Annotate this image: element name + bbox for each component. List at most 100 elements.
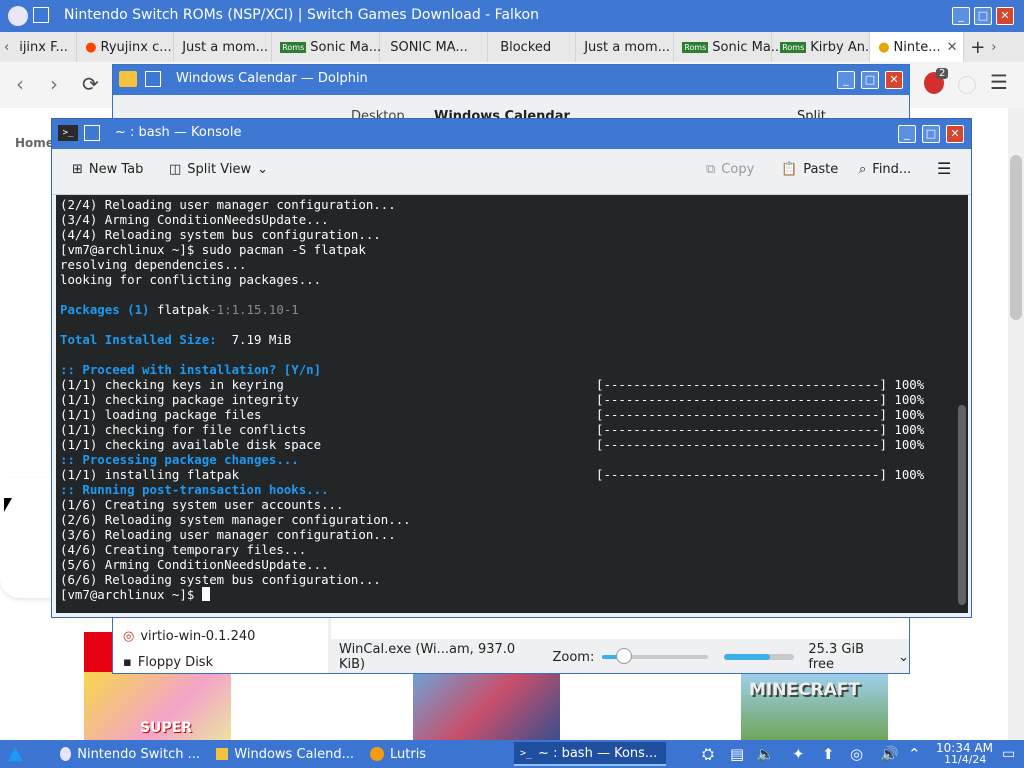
konsole-toolbar: ⊞ New Tab ◫ Split View ⌄ ⧉ Copy 📋 Paste ⌕ Find… — [52, 149, 971, 195]
reload-icon[interactable]: ⟳ — [82, 72, 99, 96]
terminal-line-text: Packages (1) — [60, 302, 150, 317]
back-icon[interactable]: ‹ — [16, 72, 24, 96]
task-konsole[interactable]: >_ ~ : bash — Kons... — [514, 742, 666, 766]
reddit-icon: ● — [85, 39, 97, 55]
game-thumbnail-minecraft[interactable]: MINECRAFT — [741, 672, 888, 740]
extension-icon[interactable] — [958, 76, 976, 94]
terminal-output[interactable]: (2/4) Reloading user manager configurati… — [56, 195, 968, 613]
settings-tray-icon[interactable]: ✦ — [792, 745, 805, 763]
window-menu-icon[interactable] — [33, 7, 49, 23]
game-thumbnail-anime[interactable] — [413, 672, 560, 740]
menu-icon[interactable]: ☰ — [990, 70, 1008, 94]
forward-icon[interactable]: › — [50, 72, 58, 96]
tab-scroll-left-icon[interactable]: ‹ — [0, 40, 11, 55]
paste-icon: 📋 — [781, 162, 798, 177]
steam-tray-icon[interactable]: ⛭ — [702, 745, 714, 763]
terminal-line-text: (3/4) Arming ConditionNeedsUpdate... — [60, 212, 329, 227]
terminal-line: resolving dependencies... — [60, 257, 968, 272]
terminal-line: looking for conflicting packages... — [60, 272, 968, 287]
zoom-slider[interactable] — [602, 648, 708, 664]
terminal-line-text: (1/1) checking package integrity — [60, 392, 299, 407]
terminal-line-text: (4/6) Creating temporary files... — [60, 542, 307, 557]
clock-date[interactable]: 11/4/24 — [944, 753, 986, 766]
close-button[interactable]: ✕ — [996, 7, 1014, 25]
copy-button[interactable]: ⧉ Copy — [706, 162, 754, 177]
terminal-line-text: (1/1) checking available disk space — [60, 437, 322, 452]
tab-0[interactable]: ijinx F... — [11, 32, 78, 62]
terminal-icon: >_ — [520, 747, 533, 759]
page-scrollbar-thumb[interactable] — [1010, 155, 1022, 320]
tab-list-icon[interactable]: › — [991, 40, 996, 55]
terminal-scrollbar-thumb[interactable] — [958, 405, 966, 605]
tab-3[interactable]: Roms Sonic Ma... — [272, 32, 381, 62]
chevron-down-icon[interactable]: ⌄ — [898, 650, 909, 665]
site-icon: ● — [878, 39, 890, 55]
task-lutris[interactable]: Lutris — [364, 742, 510, 766]
terminal-line-text: (2/4) Reloading user manager configurati… — [60, 197, 396, 212]
game-thumbnail-nintendo-logo[interactable] — [84, 632, 114, 672]
falkon-window-title: Nintendo Switch ROMs (NSP/XCI) | Switch … — [64, 7, 539, 23]
roms-icon: Roms — [780, 41, 807, 53]
zoom-slider-handle[interactable] — [616, 648, 633, 664]
minimize-button[interactable]: _ — [837, 71, 855, 89]
konsole-window-title: ~ : bash — Konsole — [115, 125, 242, 140]
minimize-button[interactable]: _ — [952, 7, 970, 25]
terminal-line-text: resolving dependencies... — [60, 257, 247, 272]
terminal-line: :: Proceed with installation? [Y/n] — [60, 362, 968, 377]
terminal-line-text: :: Processing package changes... — [60, 452, 299, 467]
maximize-button[interactable]: □ — [861, 71, 879, 89]
new-tab-icon[interactable]: + — [964, 37, 991, 58]
close-button[interactable]: ✕ — [946, 125, 964, 143]
game-thumbnail-super-mario[interactable]: SUPER — [84, 672, 231, 740]
update-tray-icon[interactable]: ⬆ — [822, 745, 835, 763]
tab-4[interactable]: SONIC MA... — [380, 32, 489, 62]
terminal-line-text: [vm7@archlinux ~]$ — [60, 587, 202, 602]
tab-9-active[interactable]: ● Ninte... ✕ — [870, 32, 965, 62]
falkon-tab-bar: ‹ ijinx F... ● Ryujinx c... Just a mom...… — [0, 32, 1024, 63]
breadcrumb-home[interactable]: Home — [15, 136, 54, 150]
terminal-cursor — [201, 587, 210, 601]
audio-tray-icon[interactable]: 🔊 — [880, 745, 899, 763]
zoom-label: Zoom: — [552, 649, 595, 665]
tab-5[interactable]: Blocked — [488, 32, 577, 62]
places-item-virtio[interactable]: ◎ virtio-win-0.1.240 — [123, 629, 255, 644]
terminal-line-value: flatpak — [149, 302, 210, 317]
falkon-titlebar[interactable]: Nintendo Switch ROMs (NSP/XCI) | Switch … — [0, 0, 1024, 32]
show-desktop-icon[interactable]: ▭ — [1002, 746, 1015, 762]
find-button[interactable]: ⌕ Find... — [859, 162, 911, 177]
clipboard-tray-icon[interactable]: ▤ — [730, 745, 744, 763]
minimize-button[interactable]: _ — [898, 125, 916, 143]
tab-7[interactable]: Roms Sonic Ma... — [674, 32, 783, 62]
konsole-titlebar[interactable]: >_ ~ : bash — Konsole _ □ ✕ — [52, 119, 971, 149]
window-menu-icon[interactable] — [84, 125, 100, 141]
dolphin-toolbar: Desktop Windows Calendar Split — [113, 95, 909, 124]
maximize-button[interactable]: □ — [922, 125, 940, 143]
paste-button[interactable]: 📋 Paste — [781, 162, 838, 177]
volume-tray-icon[interactable]: 🔈 — [756, 745, 775, 763]
places-item-floppy[interactable]: ▪ Floppy Disk — [123, 655, 213, 670]
window-menu-icon[interactable] — [145, 71, 161, 87]
terminal-line-text: :: Proceed with installation? [Y/n] — [60, 362, 322, 377]
terminal-line: (1/1) checking for file conflicts [------… — [60, 422, 968, 437]
dolphin-window-title: Windows Calendar — Dolphin — [176, 71, 368, 86]
expand-tray-icon[interactable]: ⌃ — [908, 745, 921, 763]
terminal-line-value: 7.19 MiB — [216, 332, 292, 347]
new-tab-button[interactable]: ⊞ New Tab — [72, 162, 143, 177]
maximize-button[interactable]: □ — [974, 7, 992, 25]
split-view-button[interactable]: ◫ Split View ⌄ — [169, 162, 268, 177]
hamburger-menu-icon[interactable]: ☰ — [937, 159, 951, 178]
app-launcher-icon[interactable]: ▲ — [8, 742, 23, 764]
tab-8[interactable]: Roms Kirby An... — [772, 32, 877, 62]
tab-6[interactable]: Just a mom... — [576, 32, 675, 62]
terminal-line-text: looking for conflicting packages... — [60, 272, 322, 287]
tab-2[interactable]: Just a mom... — [174, 32, 273, 62]
close-button[interactable]: ✕ — [885, 71, 903, 89]
tab-1[interactable]: ● Ryujinx c... — [77, 32, 175, 62]
close-tab-icon[interactable]: ✕ — [947, 40, 958, 55]
space-bar — [723, 654, 795, 660]
task-falkon[interactable]: Nintendo Switch ... — [54, 742, 206, 766]
terminal-line-text: (1/1) installing flatpak — [60, 467, 240, 482]
task-dolphin[interactable]: Windows Calend... — [210, 742, 360, 766]
dolphin-titlebar[interactable]: Windows Calendar — Dolphin _ □ ✕ — [113, 65, 909, 95]
network-tray-icon[interactable]: ◎ — [850, 745, 863, 763]
